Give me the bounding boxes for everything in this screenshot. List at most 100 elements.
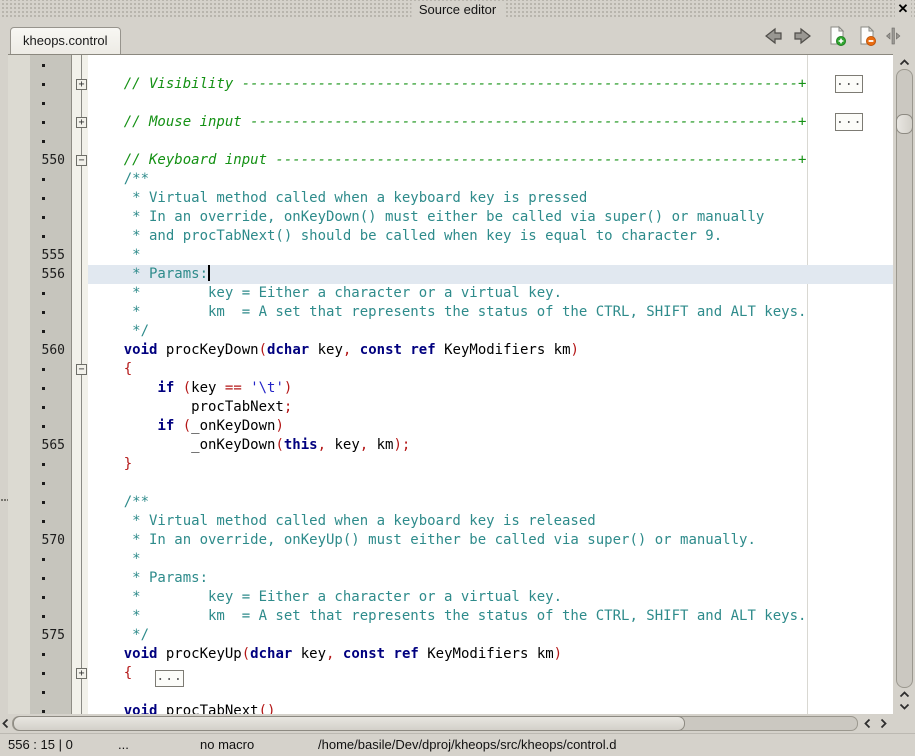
vertical-scrollbar-thumb[interactable] — [896, 114, 913, 134]
code-line[interactable] — [8, 683, 893, 702]
arrow-right-icon — [792, 25, 814, 47]
code-line[interactable]: * km = A set that represents the status … — [8, 607, 893, 626]
scroll-up-button-bottom[interactable] — [896, 689, 913, 700]
code-text: * key = Either a character or a virtual … — [90, 284, 562, 303]
code-text: /** — [90, 493, 149, 512]
line-dot-marker — [42, 463, 45, 466]
chevron-down-icon — [899, 703, 910, 710]
code-line[interactable]: * key = Either a character or a virtual … — [8, 284, 893, 303]
code-text: * and procTabNext() should be called whe… — [90, 227, 722, 246]
line-number: 560 — [8, 341, 65, 360]
line-number — [8, 379, 65, 398]
panel-header[interactable]: Source editor ✕ — [0, 0, 915, 19]
line-number — [8, 398, 65, 417]
line-number — [8, 208, 65, 227]
code-line[interactable]: 575 */ — [8, 626, 893, 645]
code-text: if (key == '\t') — [90, 379, 292, 398]
code-line[interactable]: void procKeyUp(dchar key, const ref KeyM… — [8, 645, 893, 664]
code-line[interactable]: * Virtual method called when a keyboard … — [8, 189, 893, 208]
line-number: 570 — [8, 531, 65, 550]
tab-kheops-control[interactable]: kheops.control — [10, 27, 121, 54]
fold-expand-icon[interactable]: + — [76, 117, 87, 128]
split-view-button[interactable] — [884, 25, 902, 47]
code-line[interactable]: * In an override, onKeyDown() must eithe… — [8, 208, 893, 227]
code-editor[interactable]: + // Visibility ------------------------… — [8, 54, 893, 714]
new-document-button[interactable] — [826, 25, 848, 47]
code-text: void procTabNext() — [90, 702, 275, 714]
tab-bar: kheops.control — [0, 19, 915, 54]
code-text: * km = A set that represents the status … — [90, 607, 806, 626]
panel-title: Source editor — [411, 1, 504, 18]
line-dot-marker — [42, 197, 45, 200]
code-line[interactable]: * — [8, 550, 893, 569]
code-text: procTabNext; — [90, 398, 292, 417]
code-text: _onKeyDown(this, key, km); — [90, 436, 410, 455]
fold-expand-icon[interactable]: + — [76, 668, 87, 679]
code-line[interactable]: 556 * Params: — [8, 265, 893, 284]
horizontal-scrollbar-thumb[interactable] — [13, 716, 685, 731]
scroll-up-button[interactable] — [896, 56, 913, 68]
code-text: // Keyboard input ----------------------… — [90, 151, 806, 170]
line-number — [8, 132, 65, 151]
code-line[interactable]: if (_onKeyDown) — [8, 417, 893, 436]
collapsed-fold-box[interactable]: ... — [835, 75, 863, 93]
go-back-button[interactable] — [762, 25, 784, 47]
code-line[interactable]: * key = Either a character or a virtual … — [8, 588, 893, 607]
code-line[interactable] — [8, 132, 893, 151]
code-line[interactable]: void procTabNext() — [8, 702, 893, 714]
code-line[interactable]: 550− // Keyboard input -----------------… — [8, 151, 893, 170]
close-document-button[interactable] — [856, 25, 878, 47]
code-line[interactable] — [8, 474, 893, 493]
line-dot-marker — [42, 482, 45, 485]
line-number — [8, 664, 65, 683]
scroll-left-button[interactable] — [0, 716, 11, 731]
fold-collapse-icon[interactable]: − — [76, 364, 87, 375]
chevron-left-icon — [864, 718, 871, 729]
line-number — [8, 702, 65, 714]
code-line[interactable] — [8, 94, 893, 113]
macro-status: no macro — [200, 734, 254, 756]
code-line[interactable]: 560 void procKeyDown(dchar key, const re… — [8, 341, 893, 360]
code-line[interactable]: − { — [8, 360, 893, 379]
scroll-right-button[interactable] — [876, 716, 890, 731]
code-line[interactable]: * and procTabNext() should be called whe… — [8, 227, 893, 246]
scroll-down-button[interactable] — [896, 701, 913, 712]
close-icon[interactable]: ✕ — [895, 0, 911, 17]
line-number — [8, 493, 65, 512]
code-line[interactable]: * km = A set that represents the status … — [8, 303, 893, 322]
line-number: 556 — [8, 265, 65, 284]
code-line[interactable]: /** — [8, 170, 893, 189]
vertical-scrollbar-trough[interactable] — [896, 69, 913, 688]
line-number — [8, 322, 65, 341]
code-text: /** — [90, 170, 149, 189]
collapsed-fold-box[interactable]: ... — [835, 113, 863, 131]
code-line[interactable]: + // Mouse input -----------------------… — [8, 113, 893, 132]
chevron-up-icon — [899, 59, 910, 66]
code-line[interactable]: /** — [8, 493, 893, 512]
code-line[interactable]: */ — [8, 322, 893, 341]
line-number — [8, 303, 65, 322]
code-line[interactable]: * Virtual method called when a keyboard … — [8, 512, 893, 531]
line-dot-marker — [42, 311, 45, 314]
line-dot-marker — [42, 425, 45, 428]
line-number — [8, 417, 65, 436]
fold-expand-icon[interactable]: + — [76, 79, 87, 90]
code-line[interactable]: procTabNext; — [8, 398, 893, 417]
go-forward-button[interactable] — [792, 25, 814, 47]
code-line[interactable] — [8, 56, 893, 75]
fold-collapse-icon[interactable]: − — [76, 155, 87, 166]
code-text: * — [90, 550, 141, 569]
code-line[interactable]: 565 _onKeyDown(this, key, km); — [8, 436, 893, 455]
code-line[interactable]: 555 * — [8, 246, 893, 265]
code-line[interactable]: + // Visibility ------------------------… — [8, 75, 893, 94]
scroll-left-button-right[interactable] — [860, 716, 874, 731]
code-text: * — [90, 246, 141, 265]
code-text: { — [90, 360, 132, 379]
code-line[interactable]: + {... — [8, 664, 893, 683]
code-text: * key = Either a character or a virtual … — [90, 588, 562, 607]
code-line[interactable]: } — [8, 455, 893, 474]
code-line[interactable]: if (key == '\t') — [8, 379, 893, 398]
code-line[interactable]: 570 * In an override, onKeyUp() must eit… — [8, 531, 893, 550]
line-number — [8, 683, 65, 702]
code-line[interactable]: * Params: — [8, 569, 893, 588]
